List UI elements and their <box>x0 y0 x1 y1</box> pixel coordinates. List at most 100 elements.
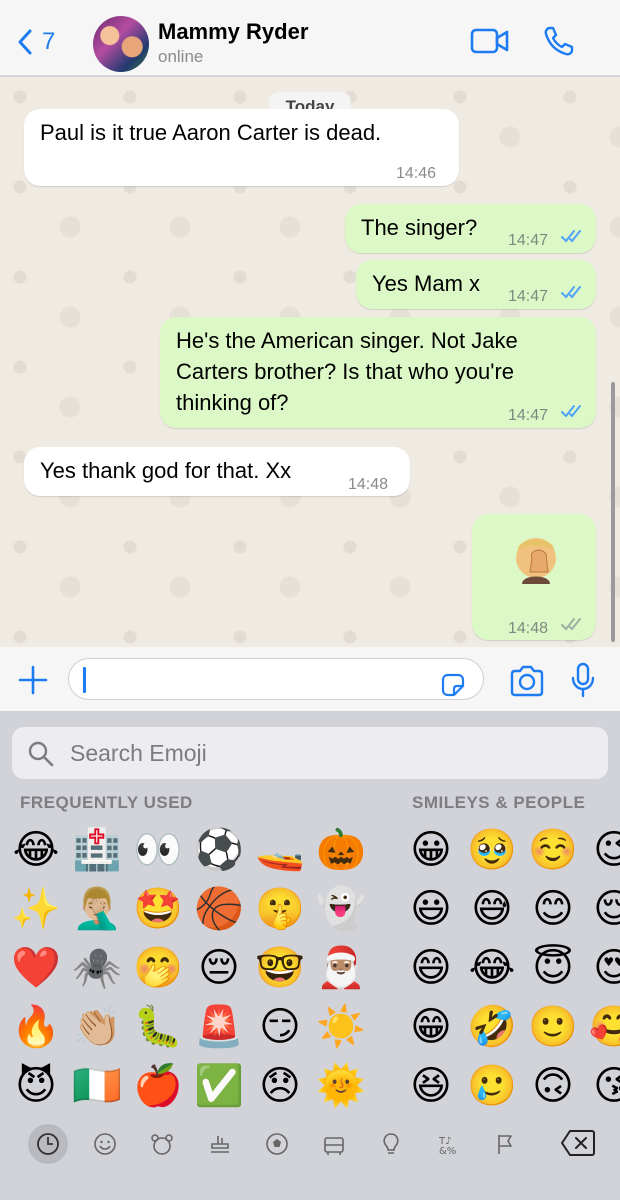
emoji-key[interactable]: ✅ <box>193 1060 245 1112</box>
flags-icon[interactable] <box>485 1124 525 1164</box>
emoji-keyboard: Search Emoji FREQUENTLY USED SMILEYS & P… <box>0 712 620 1200</box>
message-bubble-outgoing[interactable]: Yes Mam x 14:47 <box>356 260 596 309</box>
message-text: He's the American singer. Not Jake Carte… <box>176 328 518 415</box>
read-receipt-icon <box>561 405 581 418</box>
message-input[interactable] <box>68 658 484 700</box>
emoji-key[interactable]: 🤭 <box>132 942 184 994</box>
emoji-key[interactable]: 😘 <box>588 1060 620 1112</box>
food-icon[interactable] <box>200 1124 240 1164</box>
emoji-key[interactable]: 🥰 <box>588 1001 620 1053</box>
message-text: The singer? <box>361 215 478 240</box>
emoji-key[interactable]: 🚤 <box>254 824 306 876</box>
activity-icon[interactable] <box>257 1124 297 1164</box>
recent-icon[interactable] <box>28 1124 68 1164</box>
emoji-key[interactable]: 🐛 <box>132 1001 184 1053</box>
emoji-key[interactable]: 😔 <box>193 942 245 994</box>
emoji-key[interactable]: 🤩 <box>132 883 184 935</box>
emoji-key[interactable]: 🚨 <box>193 1001 245 1053</box>
travel-icon[interactable] <box>314 1124 354 1164</box>
emoji-key[interactable]: 👏🏼 <box>71 1001 123 1053</box>
message-time: 14:46 <box>396 165 437 182</box>
emoji-key[interactable]: 😂 <box>10 824 62 876</box>
emoji-key[interactable]: ☺️ <box>527 824 579 876</box>
read-receipt-icon <box>561 230 581 243</box>
delivered-receipt-icon <box>561 618 581 631</box>
phone-icon[interactable] <box>542 24 576 58</box>
emoji-key[interactable]: 😅 <box>466 883 518 935</box>
read-receipt-icon <box>561 286 581 299</box>
emoji-key[interactable]: 👻 <box>315 883 367 935</box>
emoji-key[interactable]: 😆 <box>405 1060 457 1112</box>
animals-icon[interactable] <box>142 1124 182 1164</box>
smileys-people-label: SMILEYS & PEOPLE <box>412 793 586 812</box>
chat-area[interactable]: Today Paul is it true Aaron Carter is de… <box>0 77 620 647</box>
emoji-key[interactable]: 🥹 <box>466 824 518 876</box>
camera-icon[interactable] <box>508 665 546 697</box>
emoji-key[interactable]: 😍 <box>588 942 620 994</box>
emoji-search-field[interactable]: Search Emoji <box>12 727 608 779</box>
emoji-key[interactable]: 🤦🏼‍♂️ <box>71 883 123 935</box>
emoji-key[interactable]: 🕷️ <box>71 942 123 994</box>
sticker-icon[interactable] <box>440 672 466 698</box>
emoji-key[interactable]: 😁 <box>405 1001 457 1053</box>
unread-count: 7 <box>42 28 56 55</box>
emoji-key[interactable]: 😀 <box>405 824 457 876</box>
emoji-key[interactable]: 😊 <box>527 883 579 935</box>
emoji-key[interactable]: 👀 <box>132 824 184 876</box>
emoji-key[interactable]: 🥲 <box>466 1060 518 1112</box>
emoji-key[interactable]: ❤️ <box>10 942 62 994</box>
smileys-icon[interactable] <box>85 1124 125 1164</box>
message-time: 14:47 <box>508 407 549 424</box>
emoji-key[interactable]: 😇 <box>527 942 579 994</box>
message-bubble-outgoing[interactable]: The singer? 14:47 <box>345 204 596 253</box>
facepalm-emoji-icon <box>516 538 556 584</box>
emoji-key[interactable]: 🔥 <box>10 1001 62 1053</box>
emoji-key[interactable]: ⚽ <box>193 824 245 876</box>
chat-header: 7 Mammy Ryder online <box>0 0 620 76</box>
emoji-key[interactable]: 🏀 <box>193 883 245 935</box>
emoji-key[interactable]: 😌 <box>588 883 620 935</box>
scrollbar[interactable] <box>611 382 615 642</box>
emoji-key[interactable]: 😄 <box>405 942 457 994</box>
emoji-key[interactable]: 😃 <box>405 883 457 935</box>
message-bubble-outgoing[interactable]: 14:48 <box>472 514 596 640</box>
contact-status: online <box>158 47 204 66</box>
emoji-key[interactable]: 🤣 <box>466 1001 518 1053</box>
emoji-key[interactable]: 😉 <box>588 824 620 876</box>
chevron-left-icon <box>18 29 32 55</box>
objects-icon[interactable] <box>371 1124 411 1164</box>
avatar[interactable] <box>93 16 149 72</box>
emoji-key[interactable]: 😈 <box>10 1060 62 1112</box>
emoji-key[interactable]: 🎃 <box>315 824 367 876</box>
emoji-key[interactable]: 🌞 <box>315 1060 367 1112</box>
message-time: 14:48 <box>348 476 389 493</box>
video-call-icon[interactable] <box>470 26 510 56</box>
back-button[interactable]: 7 <box>16 28 55 56</box>
message-bubble-incoming[interactable]: Paul is it true Aaron Carter is dead. 14… <box>24 109 459 186</box>
symbols-icon[interactable]: T♪ &% <box>428 1124 468 1164</box>
emoji-key[interactable]: 🏥 <box>71 824 123 876</box>
emoji-key[interactable]: ☀️ <box>315 1001 367 1053</box>
emoji-key[interactable]: 🤓 <box>254 942 306 994</box>
emoji-key[interactable]: 🍎 <box>132 1060 184 1112</box>
svg-text:&%: &% <box>439 1146 456 1157</box>
microphone-icon[interactable] <box>570 662 596 698</box>
emoji-key[interactable]: 🙃 <box>527 1060 579 1112</box>
contact-name[interactable]: Mammy Ryder <box>158 19 308 45</box>
emoji-key[interactable]: 🙂 <box>527 1001 579 1053</box>
message-time: 14:47 <box>508 232 549 249</box>
delete-icon[interactable] <box>560 1128 596 1158</box>
emoji-key[interactable]: 🤫 <box>254 883 306 935</box>
emoji-key[interactable]: ✨ <box>10 883 62 935</box>
search-placeholder: Search Emoji <box>70 740 207 766</box>
message-bubble-incoming[interactable]: Yes thank god for that. Xx 14:48 <box>24 447 410 496</box>
emoji-key[interactable]: 🎅🏽 <box>315 942 367 994</box>
emoji-key[interactable]: 🇮🇪 <box>71 1060 123 1112</box>
emoji-key[interactable]: 😏 <box>254 1001 306 1053</box>
emoji-key[interactable]: 😂 <box>466 942 518 994</box>
message-bubble-outgoing[interactable]: He's the American singer. Not Jake Carte… <box>160 317 596 428</box>
message-text: Paul is it true Aaron Carter is dead. <box>40 120 382 145</box>
plus-icon[interactable] <box>18 665 48 695</box>
message-text: Yes Mam x <box>372 271 481 296</box>
emoji-key[interactable]: 😞 <box>254 1060 306 1112</box>
